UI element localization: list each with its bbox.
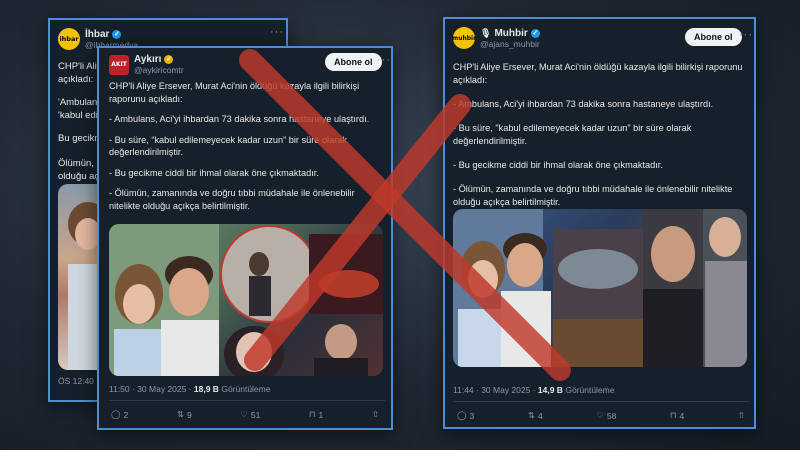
view-label: Görüntüleme xyxy=(221,384,271,394)
left-tweet-header: AKIT Aykırı ✓ @aykiricomtr xyxy=(109,54,184,75)
mic-icon: 🎙 xyxy=(480,27,492,38)
repost-count: 4 xyxy=(537,410,543,421)
more-options-icon[interactable]: ··· xyxy=(270,26,284,38)
share-icon: ⇧ xyxy=(371,409,379,419)
reply-icon: ◯ xyxy=(457,410,467,420)
view-count: 14,9 B xyxy=(537,385,563,395)
photo-collage-illustration xyxy=(109,224,383,376)
repost-count: 9 xyxy=(186,409,192,420)
verified-badge-icon: ✓ xyxy=(112,29,122,39)
tweet-paragraph: - Ölümün, zamanında ve doğru tıbbi müdah… xyxy=(109,188,355,211)
follow-button[interactable]: Abone ol xyxy=(325,53,382,71)
author-name[interactable]: İhbar ✓ xyxy=(85,29,138,40)
back-tweet-timestamp[interactable]: ÖS 12:40 · xyxy=(58,376,99,386)
left-tweet-timestamp[interactable]: 11:50 · 30 May 2025 · 18,9 B Görüntüleme xyxy=(109,384,270,394)
tweet-paragraph: - Ambulans, Aci'yi ihbardan 73 dakika so… xyxy=(453,99,714,109)
author-name-text: İhbar xyxy=(85,28,110,40)
verified-badge-icon: ✓ xyxy=(164,55,174,64)
reply-icon: ◯ xyxy=(111,409,121,419)
tweet-paragraph: - Bu süre, "kabul edilemeyecek kadar uzu… xyxy=(453,123,692,146)
left-tweet-photo[interactable] xyxy=(109,224,383,376)
tweet-paragraph: - Bu süre, “kabul edilemeyecek kadar uzu… xyxy=(109,134,347,158)
right-tweet-photo[interactable] xyxy=(453,209,747,367)
like-button[interactable]: ♡ 51 xyxy=(240,409,260,420)
author-name[interactable]: 🎙 Muhbir ✓ xyxy=(480,28,540,39)
aykiri-avatar[interactable]: AKIT xyxy=(109,54,129,75)
tweet-time: 11:44 · 30 May 2025 · xyxy=(453,385,536,395)
right-tweet-actions: ◯ 3 ⇅ 4 ♡ 58 ⊓ 4 ⇧ xyxy=(457,410,745,421)
repost-icon: ⇅ xyxy=(176,409,184,419)
bookmark-button[interactable]: ⊓ 4 xyxy=(670,410,684,421)
left-tweet-actions: ◯ 2 ⇅ 9 ♡ 51 ⊓ 1 ⇧ xyxy=(111,409,379,420)
share-button[interactable]: ⇧ xyxy=(738,410,745,421)
repost-icon: ⇅ xyxy=(527,410,535,420)
repost-button[interactable]: ⇅ 9 xyxy=(177,409,192,420)
share-button[interactable]: ⇧ xyxy=(372,409,379,420)
tweet-paragraph: - Bu gecikme ciddi bir ihmal olarak öne … xyxy=(109,167,319,178)
heart-icon: ♡ xyxy=(596,410,604,420)
right-tweet-header: muhbir 🎙 Muhbir ✓ @ajans_muhbir xyxy=(452,27,540,49)
reply-button[interactable]: ◯ 3 xyxy=(457,410,474,421)
author-name-text: Muhbir xyxy=(494,27,528,39)
author-name[interactable]: Aykırı ✓ xyxy=(134,54,184,65)
right-tweet-text: CHP'li Aliye Ersever, Murat Aci'nin öldü… xyxy=(453,61,749,217)
author-handle[interactable]: @ajans_muhbir xyxy=(480,39,540,49)
divider xyxy=(453,401,749,402)
more-options-icon[interactable]: ··· xyxy=(739,29,753,41)
tweet-paragraph: CHP'li Aliye Ersever, Murat Aci'nin öldü… xyxy=(109,81,360,104)
view-count: 18,9 B xyxy=(193,384,219,394)
bookmark-icon: ⊓ xyxy=(669,410,677,420)
left-tweet-text: CHP'li Aliye Ersever, Murat Aci'nin öldü… xyxy=(109,80,385,220)
bookmark-count: 1 xyxy=(318,409,324,420)
tweet-paragraph: CHP'li Aliye Ersever, Murat Aci'nin öldü… xyxy=(453,62,743,85)
like-count: 51 xyxy=(250,409,261,420)
reply-count: 2 xyxy=(123,409,129,420)
muhbir-avatar[interactable]: muhbir xyxy=(452,27,476,49)
tweet-time: 11:50 · 30 May 2025 · xyxy=(109,384,192,394)
right-tweet-card[interactable]: muhbir 🎙 Muhbir ✓ @ajans_muhbir Abone ol… xyxy=(443,17,756,429)
bookmark-icon: ⊓ xyxy=(308,409,316,419)
bookmark-button[interactable]: ⊓ 1 xyxy=(309,409,323,420)
more-options-icon[interactable]: ··· xyxy=(377,54,391,66)
divider xyxy=(109,400,385,401)
photo-collage-illustration xyxy=(453,209,747,367)
follow-button[interactable]: Abone ol xyxy=(685,28,742,46)
ihbar-avatar[interactable]: ihbar xyxy=(58,28,80,50)
like-count: 58 xyxy=(606,410,617,421)
like-button[interactable]: ♡ 58 xyxy=(596,410,616,421)
right-tweet-timestamp[interactable]: 11:44 · 30 May 2025 · 14,9 B Görüntüleme xyxy=(453,385,614,395)
author-name-text: Aykırı xyxy=(134,54,162,65)
tweet-paragraph: - Bu gecikme ciddi bir ihmal olarak öne … xyxy=(453,160,663,170)
reply-button[interactable]: ◯ 2 xyxy=(111,409,128,420)
tweet-paragraph: - Ambulans, Aci'yi ihbardan 73 dakika so… xyxy=(109,114,370,124)
reply-count: 3 xyxy=(469,410,475,421)
heart-icon: ♡ xyxy=(240,409,248,419)
share-icon: ⇧ xyxy=(737,410,745,420)
left-tweet-card[interactable]: AKIT Aykırı ✓ @aykiricomtr Abone ol ··· … xyxy=(97,46,393,430)
view-label: Görüntüleme xyxy=(565,385,615,395)
tweet-paragraph: - Ölümün, zamanında ve doğru tıbbi müdah… xyxy=(453,184,733,207)
author-handle[interactable]: @aykiricomtr xyxy=(134,65,184,75)
verified-badge-icon: ✓ xyxy=(530,28,540,38)
repost-button[interactable]: ⇅ 4 xyxy=(528,410,543,421)
bookmark-count: 4 xyxy=(679,410,685,421)
